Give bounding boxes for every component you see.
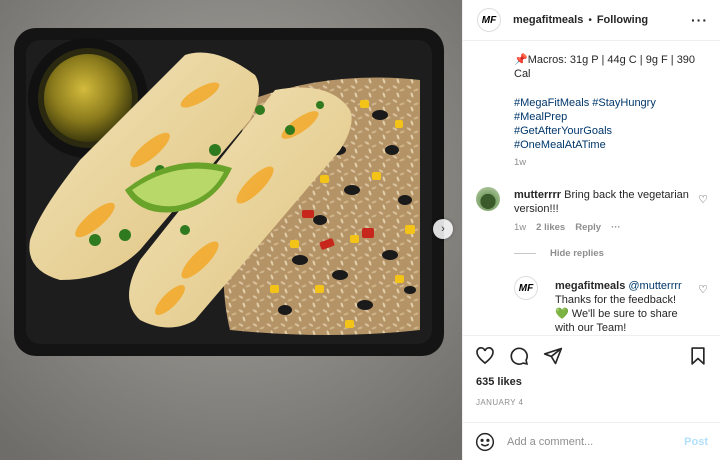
- reply-mention[interactable]: @mutterrrr: [628, 280, 681, 292]
- comment-body: mutterrrr Bring back the vegetarian vers…: [514, 188, 694, 216]
- divider: [514, 253, 536, 254]
- food-photo: [0, 0, 462, 460]
- caption-timestamp: 1w: [514, 157, 527, 168]
- more-icon[interactable]: ···: [691, 12, 708, 28]
- reply-avatar[interactable]: MF: [514, 276, 538, 300]
- action-bar: [463, 335, 720, 375]
- comment-timestamp: 1w: [514, 222, 527, 233]
- header-separator: •: [588, 14, 592, 26]
- comment-like-icon[interactable]: ♡: [698, 193, 708, 206]
- hashtag-line[interactable]: #MealPrep: [514, 110, 656, 124]
- share-icon[interactable]: [543, 346, 563, 366]
- reply-button[interactable]: Reply: [575, 222, 601, 233]
- header-username[interactable]: megafitmeals: [513, 14, 583, 26]
- comment-likes[interactable]: 2 likes: [536, 222, 565, 233]
- profile-avatar[interactable]: MF: [477, 8, 501, 32]
- hide-replies-label: Hide replies: [550, 248, 604, 259]
- comment-options-icon[interactable]: ···: [611, 222, 621, 233]
- following-button[interactable]: Following: [597, 14, 648, 26]
- likes-count[interactable]: 635 likes: [476, 376, 522, 388]
- hashtag-line[interactable]: #OneMealAtATime: [514, 138, 656, 152]
- comment-input[interactable]: [507, 435, 685, 448]
- caption-macros: 📌Macros: 31g P | 44g C | 9g F | 390 Cal: [514, 54, 696, 80]
- reply-text-1: Thanks for the feedback!: [555, 294, 677, 306]
- caption-hashtags: #MegaFitMeals #StayHungry #MealPrep #Get…: [514, 96, 656, 152]
- comment-username[interactable]: mutterrrr: [514, 189, 561, 201]
- comments-section[interactable]: 📌Macros: 31g P | 44g C | 9g F | 390 Cal …: [463, 41, 720, 334]
- post-header: MF megafitmeals • Following ···: [463, 0, 720, 41]
- logo-text: MF: [481, 14, 497, 26]
- commenter-avatar[interactable]: [476, 187, 500, 211]
- hashtag-line[interactable]: #MegaFitMeals #StayHungry: [514, 96, 656, 110]
- bookmark-icon[interactable]: [688, 346, 708, 366]
- reply-text-2: We'll be sure to share with our Team!: [555, 308, 678, 334]
- chevron-right-icon: ›: [441, 223, 445, 235]
- add-comment-bar: Post: [463, 422, 720, 460]
- reply-username[interactable]: megafitmeals: [555, 280, 625, 292]
- heart-icon[interactable]: [475, 346, 495, 366]
- post-date: JANUARY 4: [476, 398, 524, 407]
- green-heart-icon: 💚: [555, 308, 569, 320]
- hide-replies-button[interactable]: Hide replies: [514, 248, 604, 259]
- reply-like-icon[interactable]: ♡: [698, 283, 708, 296]
- post-side-panel: MF megafitmeals • Following ··· 📌Macros:…: [462, 0, 720, 460]
- comment-meta: 1w 2 likes Reply ···: [514, 222, 621, 233]
- hashtag-line[interactable]: #GetAfterYourGoals: [514, 124, 656, 138]
- logo-text: MF: [518, 282, 534, 294]
- instagram-post: › MF megafitmeals • Following ··· 📌Macro…: [0, 0, 720, 460]
- next-image-button[interactable]: ›: [433, 219, 453, 239]
- post-button[interactable]: Post: [684, 436, 708, 448]
- reply-body: megafitmeals @mutterrrr Thanks for the f…: [555, 279, 695, 334]
- emoji-icon[interactable]: [475, 432, 495, 452]
- post-image[interactable]: ›: [0, 0, 462, 460]
- comment-icon[interactable]: [509, 346, 529, 366]
